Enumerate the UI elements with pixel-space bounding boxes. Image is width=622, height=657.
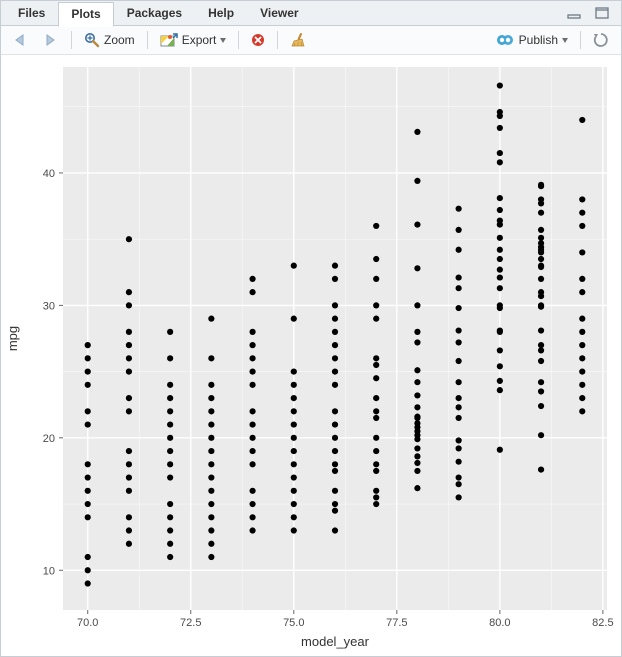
svg-text:40: 40 bbox=[43, 168, 55, 180]
dropdown-arrow-icon bbox=[562, 38, 568, 43]
svg-text:mpg: mpg bbox=[5, 326, 20, 351]
minimize-icon bbox=[567, 7, 581, 19]
scatter-plot: 70.0 72.5 75.0 77.5 80.0 82.5 10 20 30 40 model_ye… bbox=[1, 55, 621, 657]
arrow-right-icon bbox=[43, 33, 59, 47]
remove-icon bbox=[251, 33, 265, 47]
tab-viewer[interactable]: Viewer bbox=[247, 1, 311, 25]
svg-text:80.0: 80.0 bbox=[489, 617, 510, 629]
svg-text:model_year: model_year bbox=[301, 634, 370, 649]
svg-text:72.5: 72.5 bbox=[180, 617, 201, 629]
separator bbox=[580, 31, 581, 49]
broom-icon bbox=[290, 32, 306, 48]
publish-dropdown[interactable]: Publish bbox=[491, 31, 574, 49]
maximize-pane-button[interactable] bbox=[589, 5, 615, 21]
maximize-icon bbox=[595, 7, 609, 19]
next-plot-button[interactable] bbox=[37, 31, 65, 49]
svg-text:75.0: 75.0 bbox=[283, 617, 304, 629]
clear-all-button[interactable] bbox=[284, 30, 312, 50]
tab-plots[interactable]: Plots bbox=[58, 2, 113, 27]
svg-text:10: 10 bbox=[43, 565, 55, 577]
separator bbox=[238, 31, 239, 49]
plots-toolbar: Zoom Export Publish bbox=[1, 26, 621, 55]
zoom-button[interactable]: Zoom bbox=[78, 30, 141, 50]
tab-help[interactable]: Help bbox=[195, 1, 247, 25]
minimize-pane-button[interactable] bbox=[561, 5, 587, 21]
tab-packages[interactable]: Packages bbox=[114, 1, 195, 25]
svg-text:77.5: 77.5 bbox=[386, 617, 407, 629]
tab-strip: Files Plots Packages Help Viewer bbox=[1, 1, 621, 26]
previous-plot-button[interactable] bbox=[7, 31, 35, 49]
separator bbox=[277, 31, 278, 49]
separator bbox=[71, 31, 72, 49]
arrow-left-icon bbox=[13, 33, 29, 47]
plot-area: 70.0 72.5 75.0 77.5 80.0 82.5 10 20 30 40 model_ye… bbox=[1, 55, 621, 656]
svg-text:20: 20 bbox=[43, 433, 55, 445]
svg-text:82.5: 82.5 bbox=[592, 617, 613, 629]
dropdown-arrow-icon bbox=[220, 38, 226, 43]
rstudio-plots-pane: Files Plots Packages Help Viewer Zoom bbox=[0, 0, 622, 657]
publish-icon bbox=[497, 33, 515, 47]
zoom-label: Zoom bbox=[104, 33, 135, 47]
export-dropdown[interactable]: Export bbox=[154, 31, 233, 49]
tab-files[interactable]: Files bbox=[5, 1, 58, 25]
export-label: Export bbox=[182, 33, 217, 47]
export-icon bbox=[160, 33, 178, 47]
publish-label: Publish bbox=[519, 33, 558, 47]
svg-text:70.0: 70.0 bbox=[77, 617, 98, 629]
refresh-icon bbox=[593, 32, 609, 48]
zoom-icon bbox=[84, 32, 100, 48]
svg-text:30: 30 bbox=[43, 300, 55, 312]
separator bbox=[147, 31, 148, 49]
remove-plot-button[interactable] bbox=[245, 31, 271, 49]
refresh-plot-button[interactable] bbox=[587, 30, 615, 50]
